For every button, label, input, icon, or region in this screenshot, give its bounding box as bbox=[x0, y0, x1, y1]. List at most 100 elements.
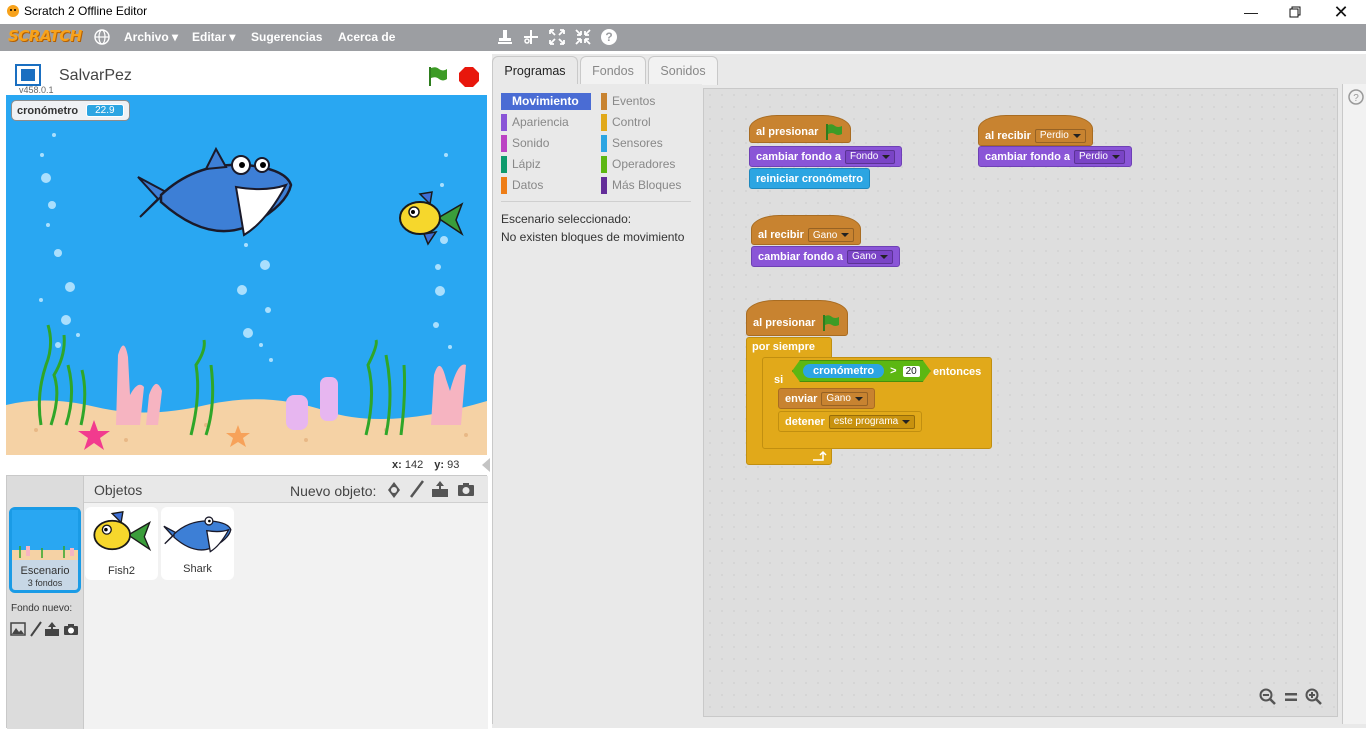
category-operadores[interactable]: Operadores bbox=[601, 156, 696, 173]
category-apariencia[interactable]: Apariencia bbox=[501, 114, 591, 131]
zoom-reset-icon[interactable] bbox=[1283, 688, 1299, 706]
category-eventos[interactable]: Eventos bbox=[601, 93, 696, 110]
presentation-mode-icon[interactable] bbox=[15, 64, 41, 86]
y-label: y: bbox=[434, 459, 445, 471]
duplicate-stamp-icon[interactable] bbox=[496, 28, 514, 46]
close-window-button[interactable]: ✕ bbox=[1318, 0, 1364, 24]
version-label: v458.0.1 bbox=[19, 85, 54, 95]
switch-backdrop-block[interactable]: cambiar fondo a Fondo bbox=[749, 146, 903, 167]
camera-sprite-icon[interactable] bbox=[457, 482, 475, 497]
menu-sugerencias[interactable]: Sugerencias bbox=[251, 30, 322, 44]
category-control[interactable]: Control bbox=[601, 114, 696, 131]
category-lapiz[interactable]: Lápiz bbox=[501, 156, 591, 173]
tab-fondos[interactable]: Fondos bbox=[580, 56, 646, 85]
palette-message-line1: Escenario seleccionado: bbox=[501, 212, 632, 226]
message-dropdown[interactable]: Perdio bbox=[1034, 128, 1086, 143]
sprite-library-icon[interactable] bbox=[385, 481, 403, 499]
help-icon[interactable]: ? bbox=[600, 28, 618, 46]
zoom-out-icon[interactable] bbox=[1259, 688, 1277, 706]
menu-acerca-de[interactable]: Acerca de bbox=[338, 30, 395, 44]
switch-backdrop-block[interactable]: cambiar fondo a Perdio bbox=[978, 146, 1132, 167]
new-object-label: Nuevo objeto: bbox=[290, 483, 377, 499]
threshold-input[interactable]: 20 bbox=[903, 366, 920, 377]
green-flag-icon[interactable] bbox=[426, 65, 450, 87]
then-label: entonces bbox=[933, 366, 982, 378]
reset-timer-block[interactable]: reiniciar cronómetro bbox=[749, 168, 870, 189]
stage-canvas[interactable]: cronómetro 22.9 bbox=[6, 95, 487, 455]
restore-button[interactable] bbox=[1272, 0, 1318, 24]
tips-help-icon[interactable]: ? bbox=[1348, 89, 1364, 105]
category-sensores[interactable]: Sensores bbox=[601, 135, 696, 152]
minimize-button[interactable]: — bbox=[1228, 0, 1274, 24]
when-receive-perdio-block[interactable]: al recibir Perdio bbox=[978, 115, 1093, 146]
sprite-thumb-shark[interactable]: Shark bbox=[161, 507, 234, 580]
shrink-icon[interactable] bbox=[574, 28, 592, 46]
paint-backdrop-icon[interactable] bbox=[29, 621, 43, 637]
scripts-area[interactable]: al presionar cambiar fondo a Fondo reinic… bbox=[703, 88, 1338, 717]
broadcast-dropdown[interactable]: Gano bbox=[821, 391, 868, 406]
objects-label: Objetos bbox=[94, 482, 143, 498]
switch-backdrop-block[interactable]: cambiar fondo a Gano bbox=[751, 246, 901, 267]
green-flag-icon bbox=[826, 124, 843, 140]
language-globe-icon[interactable] bbox=[93, 28, 111, 46]
when-receive-gano-block[interactable]: al recibir Gano bbox=[751, 215, 862, 245]
shark-sprite[interactable] bbox=[136, 147, 296, 247]
menu-archivo[interactable]: Archivo ▾ bbox=[124, 30, 178, 44]
stop-sign-icon[interactable] bbox=[458, 66, 480, 88]
sprite-name: Shark bbox=[183, 563, 212, 575]
menubar: SCRATCH Archivo ▾ Editar ▾ Sugerencias A… bbox=[0, 24, 1366, 51]
greater-than-symbol: > bbox=[890, 365, 897, 377]
sprite-thumb-fish2[interactable]: Fish2 bbox=[85, 507, 158, 580]
sprite-name: Fish2 bbox=[108, 565, 135, 577]
backdrop-dropdown[interactable]: Gano bbox=[846, 249, 894, 264]
stop-option-dropdown[interactable]: este programa bbox=[828, 414, 916, 429]
stage-thumbnail[interactable]: Escenario 3 fondos bbox=[9, 507, 81, 593]
upload-sprite-icon[interactable] bbox=[431, 480, 449, 498]
minimize-icon: — bbox=[1244, 4, 1258, 20]
stage-header: SalvarPez v458.0.1 bbox=[6, 57, 487, 95]
block-palette: Movimiento Apariencia Sonido Lápiz Datos… bbox=[492, 84, 702, 724]
tab-programas[interactable]: Programas bbox=[492, 56, 578, 85]
category-mas-bloques[interactable]: Más Bloques bbox=[601, 177, 696, 194]
camera-backdrop-icon[interactable] bbox=[63, 623, 79, 636]
project-name[interactable]: SalvarPez bbox=[59, 67, 132, 85]
backdrop-dropdown[interactable]: Perdio bbox=[1073, 149, 1125, 164]
scratch-logo[interactable]: SCRATCH bbox=[8, 27, 82, 47]
broadcast-block[interactable]: enviar Gano bbox=[778, 388, 875, 409]
window-titlebar: Scratch 2 Offline Editor — ✕ bbox=[0, 0, 1366, 24]
delete-scissors-icon[interactable] bbox=[522, 28, 540, 46]
fish-sprite[interactable] bbox=[398, 190, 464, 246]
fish2-thumbnail-image bbox=[92, 510, 151, 552]
menu-editar[interactable]: Editar ▾ bbox=[192, 30, 235, 44]
stop-block[interactable]: detener este programa bbox=[778, 411, 923, 432]
zoom-in-icon[interactable] bbox=[1305, 688, 1323, 706]
restore-icon bbox=[1289, 6, 1301, 18]
when-flag-clicked-block[interactable]: al presionar bbox=[749, 115, 852, 143]
message-dropdown[interactable]: Gano bbox=[807, 228, 855, 242]
x-label: x: bbox=[392, 459, 402, 471]
stage-thumb-name: Escenario bbox=[20, 565, 70, 577]
stage-thumb-sub: 3 fondos bbox=[27, 578, 63, 588]
timer-reporter[interactable]: cronómetro bbox=[803, 364, 884, 378]
category-movimiento[interactable]: Movimiento bbox=[501, 93, 591, 110]
svg-text:?: ? bbox=[1353, 93, 1359, 104]
scratch-cat-icon bbox=[7, 5, 19, 17]
upload-backdrop-icon[interactable] bbox=[44, 621, 60, 637]
category-sonido[interactable]: Sonido bbox=[501, 135, 591, 152]
sprite-panel: Escenario 3 fondos Fondo nuevo: Objetos … bbox=[6, 475, 488, 729]
collapse-stage-arrow-icon[interactable] bbox=[482, 458, 490, 472]
palette-message-line2: No existen bloques de movimiento bbox=[501, 230, 685, 244]
when-flag-clicked-block[interactable]: al presionar bbox=[746, 300, 849, 336]
monitor-value: 22.9 bbox=[86, 104, 124, 117]
tab-sonidos[interactable]: Sonidos bbox=[648, 56, 718, 85]
greater-than-operator[interactable]: cronómetro > 20 bbox=[792, 360, 931, 382]
category-datos[interactable]: Datos bbox=[501, 177, 591, 194]
backdrop-dropdown[interactable]: Fondo bbox=[844, 149, 896, 164]
close-icon: ✕ bbox=[1333, 1, 1349, 22]
tips-sidebar: ? bbox=[1342, 84, 1366, 724]
backdrop-library-icon[interactable] bbox=[10, 622, 26, 636]
stage-thumbnail-image bbox=[12, 510, 78, 560]
timer-monitor[interactable]: cronómetro 22.9 bbox=[11, 100, 130, 121]
paint-sprite-icon[interactable] bbox=[409, 480, 425, 498]
grow-icon[interactable] bbox=[548, 28, 566, 46]
